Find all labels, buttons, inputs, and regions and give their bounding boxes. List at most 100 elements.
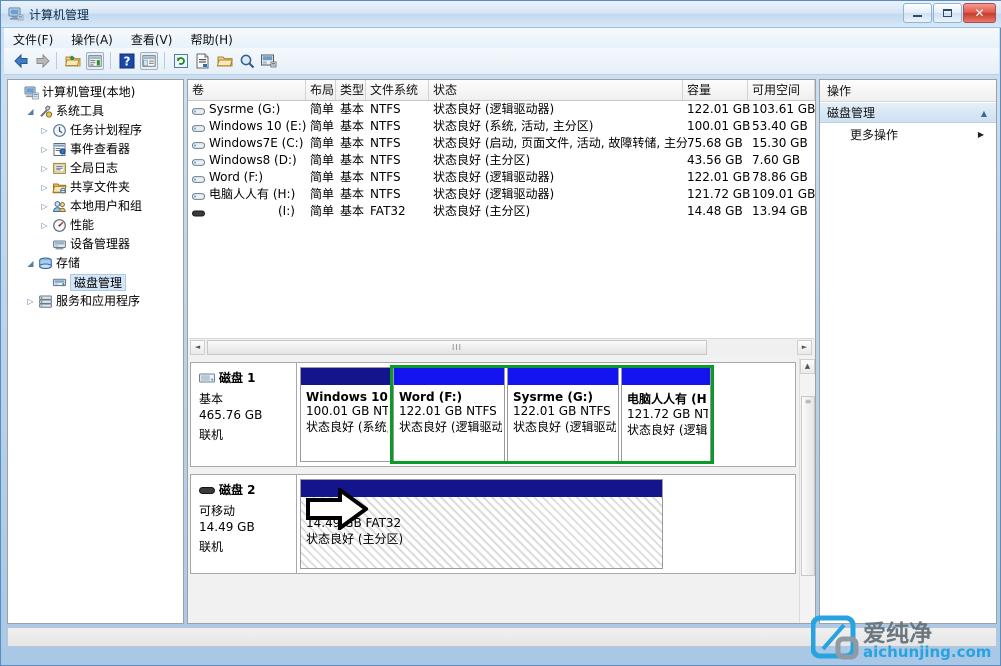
volume-capacity: 122.01 GB (687, 102, 751, 116)
expander-expanded-icon[interactable]: ◢ (26, 107, 35, 116)
volume-capacity: 122.01 GB (687, 170, 751, 184)
refresh-icon[interactable] (172, 52, 190, 70)
tree-item-全局日志[interactable]: ▷ 全局日志 (8, 159, 183, 178)
console-tree-pane[interactable]: 计算机管理(本地) ◢ 系统工具 ▷ 任务计划程序 ▷ 事件查看器 ▷ 全局日志 ▷ 共享文件夹 ▷ 本… (7, 79, 184, 624)
expander-expanded-icon[interactable]: ◢ (26, 259, 35, 268)
toolbar-separator (164, 52, 165, 69)
volume-list-body[interactable]: Sysrme (G:) 简单 基本 NTFS 状态良好 (逻辑驱动器) 122.… (188, 101, 815, 220)
menu-help[interactable]: 帮助(H) (181, 28, 241, 50)
column-header-类型[interactable]: 类型 (336, 80, 366, 100)
actions-more-actions[interactable]: 更多操作 ▶ (820, 125, 996, 145)
volume-row[interactable]: Windows8 (D:) 简单 基本 NTFS 状态良好 (主分区) 43.5… (188, 152, 815, 169)
column-header-可用空间[interactable]: 可用空间 (748, 80, 815, 100)
menu-view[interactable]: 查看(V) (122, 28, 182, 50)
tree-item-共享文件夹[interactable]: ▷ 共享文件夹 (8, 178, 183, 197)
tree-item-存储[interactable]: ◢ 存储 (8, 254, 183, 273)
volume-name-cell: Windows8 (D:) (192, 152, 310, 169)
up-folder-icon[interactable] (64, 52, 82, 70)
volume-label: Windows8 (D:) (209, 153, 297, 167)
hscroll-thumb[interactable]: III (207, 340, 707, 355)
tree-item-本地用户和组[interactable]: ▷ 本地用户和组 (8, 197, 183, 216)
volume-name-cell: (I:) (192, 203, 310, 220)
disk-label[interactable]: 磁盘 2 可移动 14.49 GB 联机 (191, 475, 297, 573)
volume-list-hscrollbar[interactable]: ◄ III ► (189, 338, 814, 356)
tree-item-任务计划程序[interactable]: ▷ 任务计划程序 (8, 121, 183, 140)
column-header-容量[interactable]: 容量 (683, 80, 748, 100)
volume-row[interactable]: Windows 10 (E:) 简单 基本 NTFS 状态良好 (系统, 活动,… (188, 118, 815, 135)
column-header-文件系统[interactable]: 文件系统 (366, 80, 429, 100)
volume-name-cell: Word (F:) (192, 169, 310, 186)
tree-item-label: 任务计划程序 (70, 123, 143, 137)
tree-item-设备管理器[interactable]: 设备管理器 (8, 235, 183, 254)
tree-item-计算机管理(本地)[interactable]: 计算机管理(本地) (8, 83, 183, 102)
users-icon (52, 199, 67, 214)
export-list-icon[interactable] (194, 52, 212, 70)
open-folder-icon[interactable] (216, 52, 234, 70)
close-button[interactable]: ✕ (963, 3, 996, 23)
properties-button[interactable] (86, 52, 104, 70)
back-arrow-icon[interactable] (12, 52, 30, 70)
computer-icon (24, 85, 39, 100)
expander-collapsed-icon[interactable]: ▷ (40, 202, 49, 211)
volume-row[interactable]: Sysrme (G:) 简单 基本 NTFS 状态良好 (逻辑驱动器) 122.… (188, 101, 815, 118)
volume-name-cell: Sysrme (G:) (192, 101, 310, 118)
disk-graphical-view[interactable]: 磁盘 1 基本 465.76 GB 联机 Windows 10 (E:) 100… (188, 358, 815, 623)
help-icon[interactable]: ? (118, 52, 136, 70)
expander-collapsed-icon[interactable]: ▷ (40, 221, 49, 230)
column-header-布局[interactable]: 布局 (306, 80, 336, 100)
volume-name-cell: Windows 10 (E:) (192, 118, 310, 135)
show-console-tree-button[interactable] (140, 52, 158, 70)
volume-capacity: 14.48 GB (687, 204, 743, 218)
title-bar: 计算机管理 ✕ (1, 1, 1001, 28)
volume-status: 状态良好 (主分区) (433, 204, 531, 218)
minimize-button[interactable] (903, 3, 932, 23)
expander-collapsed-icon[interactable]: ▷ (40, 145, 49, 154)
expander-collapsed-icon[interactable]: ▷ (40, 126, 49, 135)
vscroll-up-arrow[interactable]: ▲ (800, 359, 815, 374)
hscroll-left-arrow[interactable]: ◄ (190, 340, 205, 355)
expander-collapsed-icon[interactable]: ▷ (40, 183, 49, 192)
toolbar-separator (110, 52, 111, 69)
volume-row[interactable]: Windows7E (C:) 简单 基本 NTFS 状态良好 (启动, 页面文件… (188, 135, 815, 152)
hscroll-right-arrow[interactable]: ► (797, 340, 812, 355)
volume-capacity: 75.68 GB (687, 136, 743, 150)
disk-type: 基本 (199, 392, 224, 406)
partition-strip: Windows 10 (E:) 100.01 GB NTFS 状态良好 (系统,… (298, 363, 795, 466)
column-header-状态[interactable]: 状态 (429, 80, 683, 100)
search-icon[interactable] (238, 52, 256, 70)
log-icon (52, 161, 67, 176)
disk-label[interactable]: 磁盘 1 基本 465.76 GB 联机 (191, 363, 297, 466)
maximize-button[interactable] (933, 3, 962, 23)
tree-item-系统工具[interactable]: ◢ 系统工具 (8, 102, 183, 121)
volume-filesystem: NTFS (370, 119, 401, 133)
expander-collapsed-icon[interactable]: ▷ (40, 164, 49, 173)
partition-Windows 10 (E:)[interactable]: Windows 10 (E:) 100.01 GB NTFS 状态良好 (系统,… (300, 367, 391, 462)
chevron-right-icon[interactable]: ▶ (978, 125, 984, 145)
disk-row-1[interactable]: 磁盘 1 基本 465.76 GB 联机 Windows 10 (E:) 100… (190, 362, 796, 467)
volume-row[interactable]: (I:) 简单 基本 FAT32 状态良好 (主分区) 14.48 GB 13.… (188, 203, 815, 220)
expander-collapsed-icon[interactable]: ▷ (26, 297, 35, 306)
disk-name: 磁盘 1 (219, 371, 256, 385)
tree-item-label: 磁盘管理 (70, 274, 127, 291)
volume-icon (192, 189, 205, 200)
volume-list[interactable]: 卷布局 类型 文件系统 状态 容量 可用空间 Sysrme (G:) 简单 基本 NTFS… (188, 80, 815, 338)
column-header-卷[interactable]: 卷 (188, 80, 306, 100)
volume-icon (192, 172, 205, 183)
volume-row[interactable]: Word (F:) 简单 基本 NTFS 状态良好 (逻辑驱动器) 122.01… (188, 169, 815, 186)
tree-item-性能[interactable]: ▷ 性能 (8, 216, 183, 235)
tree-item-事件查看器[interactable]: ▷ 事件查看器 (8, 140, 183, 159)
tree-item-磁盘管理[interactable]: 磁盘管理 (8, 273, 183, 292)
vscroll-thumb[interactable]: ≡ (801, 396, 815, 576)
volume-icon (192, 104, 205, 115)
menu-action[interactable]: 操作(A) (62, 28, 122, 50)
graphical-view-vscrollbar[interactable]: ▲ ≡ (799, 358, 815, 623)
rescan-disks-icon[interactable] (260, 52, 278, 70)
forward-arrow-icon[interactable] (34, 52, 52, 70)
chevron-up-icon[interactable]: ▲ (981, 103, 987, 124)
tree-item-服务和应用程序[interactable]: ▷ 服务和应用程序 (8, 292, 183, 311)
menu-file[interactable]: 文件(F) (4, 28, 62, 50)
volume-row[interactable]: 电脑人人有 (H:) 简单 基本 NTFS 状态良好 (逻辑驱动器) 121.7… (188, 186, 815, 203)
minimize-icon (904, 4, 931, 22)
actions-group-disk-management[interactable]: 磁盘管理 ▲ (820, 102, 996, 123)
disk-row-2[interactable]: 磁盘 2 可移动 14.49 GB 联机 (I:) 14.49 GB FAT32… (190, 474, 796, 574)
